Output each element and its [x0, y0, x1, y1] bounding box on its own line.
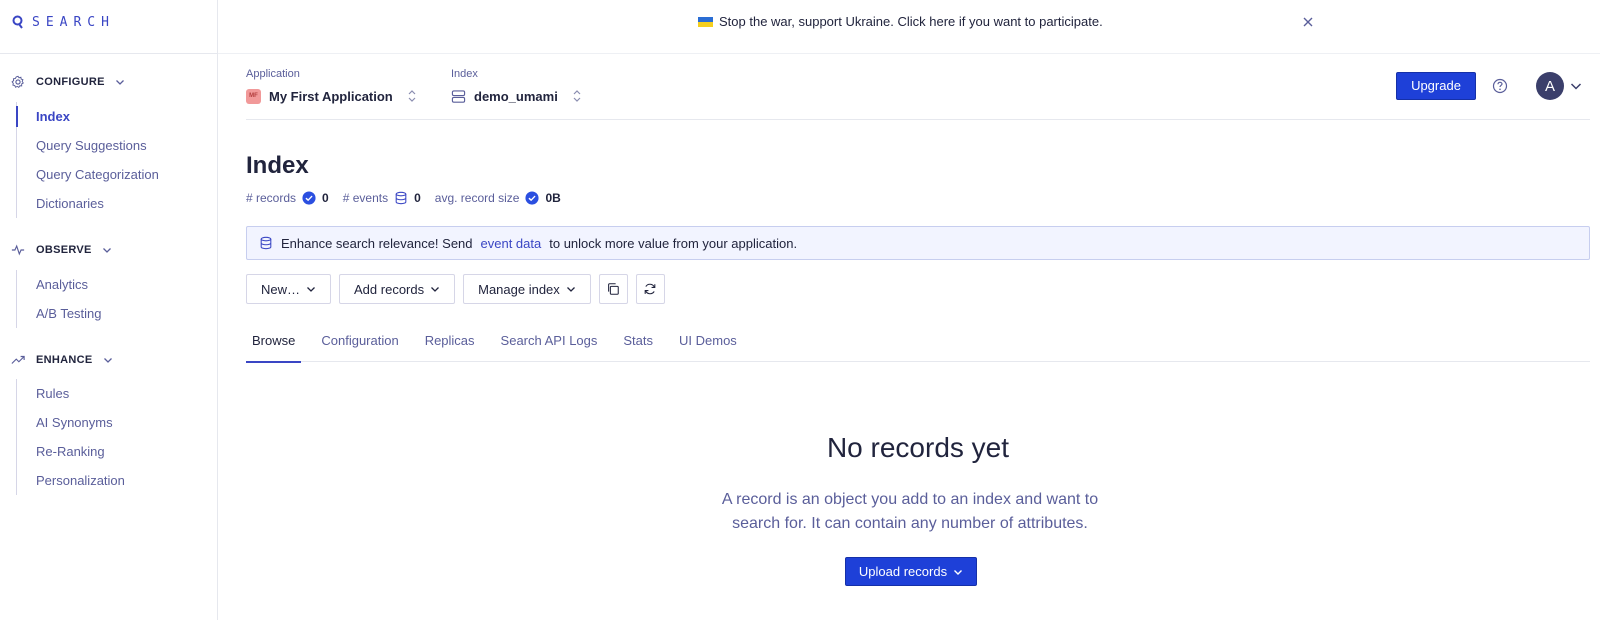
enhance-group: Rules AI Synonyms Re-Ranking Personaliza…: [16, 379, 125, 495]
tab-configuration[interactable]: Configuration: [315, 326, 404, 362]
sidebar-item-ab-testing[interactable]: A/B Testing: [17, 299, 102, 328]
app-badge: MF: [246, 88, 261, 104]
add-records-label: Add records: [354, 281, 425, 297]
refresh-icon: [644, 283, 656, 295]
index-selector[interactable]: Index demo_umami: [451, 68, 582, 104]
chevron-down-icon: [307, 287, 315, 292]
divider: [0, 53, 218, 54]
stat-value: 0: [414, 191, 421, 205]
sort-updown-icon: [408, 90, 416, 102]
sort-updown-icon: [573, 90, 581, 102]
topbar: Application MF My First Application Inde…: [246, 54, 1590, 120]
sidebar: SEARCH CONFIGURE Index Query Suggestions…: [0, 0, 218, 620]
stat-label: # events: [342, 191, 389, 205]
page-title: Index: [246, 152, 309, 179]
chevron-down-icon: [103, 358, 112, 363]
close-icon[interactable]: [1300, 14, 1316, 30]
index-tabs: Browse Configuration Replicas Search API…: [246, 326, 1590, 363]
sidebar-item-query-categorization[interactable]: Query Categorization: [17, 160, 159, 189]
sidebar-item-ai-synonyms[interactable]: AI Synonyms: [17, 408, 125, 437]
stat-label: avg. record size: [434, 191, 520, 205]
new-button[interactable]: New…: [246, 274, 332, 304]
manage-index-label: Manage index: [478, 281, 560, 297]
sidebar-item-re-ranking[interactable]: Re-Ranking: [17, 437, 125, 466]
chevron-down-icon: [431, 287, 440, 292]
application-label: Application: [246, 68, 300, 80]
sidebar-item-personalization[interactable]: Personalization: [17, 466, 125, 495]
stat-label: # records: [246, 191, 297, 205]
index-label: Index: [451, 68, 478, 80]
sidebar-item-rules[interactable]: Rules: [17, 379, 125, 408]
tab-replicas[interactable]: Replicas: [419, 326, 481, 362]
new-label: New…: [261, 281, 301, 297]
index-name: demo_umami: [474, 88, 558, 104]
banner-message: Stop the war, support Ukraine. Click her…: [719, 14, 1103, 29]
empty-state-title: No records yet: [826, 432, 1010, 463]
help-icon[interactable]: [1492, 78, 1508, 94]
check-circle-icon: [525, 191, 540, 205]
sidebar-item-index[interactable]: Index: [16, 102, 159, 131]
chevron-down-icon[interactable]: [1570, 80, 1582, 92]
trend-up-icon: [10, 352, 26, 368]
activity-icon: [10, 242, 26, 258]
stat-record-size: avg. record size 0B: [435, 191, 561, 205]
observe-group: Analytics A/B Testing: [16, 270, 102, 328]
application-name: My First Application: [269, 88, 393, 104]
upload-records-button[interactable]: Upload records: [845, 557, 977, 586]
chevron-down-icon: [566, 287, 575, 292]
event-data-link[interactable]: event data: [481, 236, 542, 251]
gear-icon: [10, 74, 26, 90]
section-label: OBSERVE: [36, 244, 92, 256]
sidebar-item-dictionaries[interactable]: Dictionaries: [17, 189, 159, 218]
stat-events: # events 0: [343, 191, 421, 205]
copy-icon: [608, 283, 620, 295]
add-records-button[interactable]: Add records: [339, 274, 456, 304]
tab-browse[interactable]: Browse: [246, 326, 302, 363]
index-stats: # records 0 # events 0 avg. record size …: [246, 190, 575, 206]
logo-text: SEARCH: [32, 14, 115, 30]
upload-records-label: Upload records: [858, 564, 948, 579]
stat-value: 0B: [545, 191, 561, 205]
copy-index-button[interactable]: [598, 274, 628, 304]
avatar[interactable]: A: [1536, 72, 1564, 100]
sidebar-item-analytics[interactable]: Analytics: [17, 270, 102, 299]
section-configure[interactable]: CONFIGURE: [10, 73, 125, 91]
sidebar-item-query-suggestions[interactable]: Query Suggestions: [17, 131, 159, 160]
ukraine-banner: Stop the war, support Ukraine. Click her…: [218, 0, 1600, 54]
notice-suffix: to unlock more value from your applicati…: [549, 235, 798, 251]
notice-prefix: Enhance search relevance! Send: [281, 235, 473, 251]
stat-value: 0: [322, 191, 329, 205]
tab-search-api-logs[interactable]: Search API Logs: [495, 326, 604, 362]
search-logo-icon: [12, 15, 23, 29]
refresh-button[interactable]: [635, 274, 665, 304]
section-observe[interactable]: OBSERVE: [10, 241, 112, 259]
application-selector[interactable]: Application MF My First Application: [246, 68, 417, 104]
index-toolbar: New… Add records Manage index: [246, 274, 665, 304]
tab-ui-demos[interactable]: UI Demos: [673, 326, 743, 362]
chevron-down-icon: [102, 248, 111, 253]
ukraine-flag-icon: [698, 16, 713, 27]
tab-stats[interactable]: Stats: [617, 326, 659, 362]
empty-state-description: A record is an object you add to an inde…: [721, 491, 1099, 532]
banner-link[interactable]: Stop the war, support Ukraine. Click her…: [698, 14, 1103, 29]
upgrade-button[interactable]: Upgrade: [1396, 72, 1476, 100]
chevron-down-icon: [115, 80, 124, 85]
chevron-down-icon: [954, 569, 963, 575]
server-icon: [451, 89, 466, 103]
section-label: ENHANCE: [36, 354, 93, 366]
database-icon: [260, 236, 272, 250]
configure-group: Index Query Suggestions Query Categoriza…: [16, 102, 159, 218]
manage-index-button[interactable]: Manage index: [463, 274, 591, 304]
check-circle-icon: [302, 191, 316, 205]
database-icon: [395, 191, 407, 205]
event-data-notice: Enhance search relevance! Send event dat…: [246, 226, 1590, 260]
section-label: CONFIGURE: [36, 76, 105, 88]
section-enhance[interactable]: ENHANCE: [10, 351, 113, 369]
stat-records: # records 0: [246, 191, 329, 205]
logo[interactable]: SEARCH: [12, 14, 115, 30]
